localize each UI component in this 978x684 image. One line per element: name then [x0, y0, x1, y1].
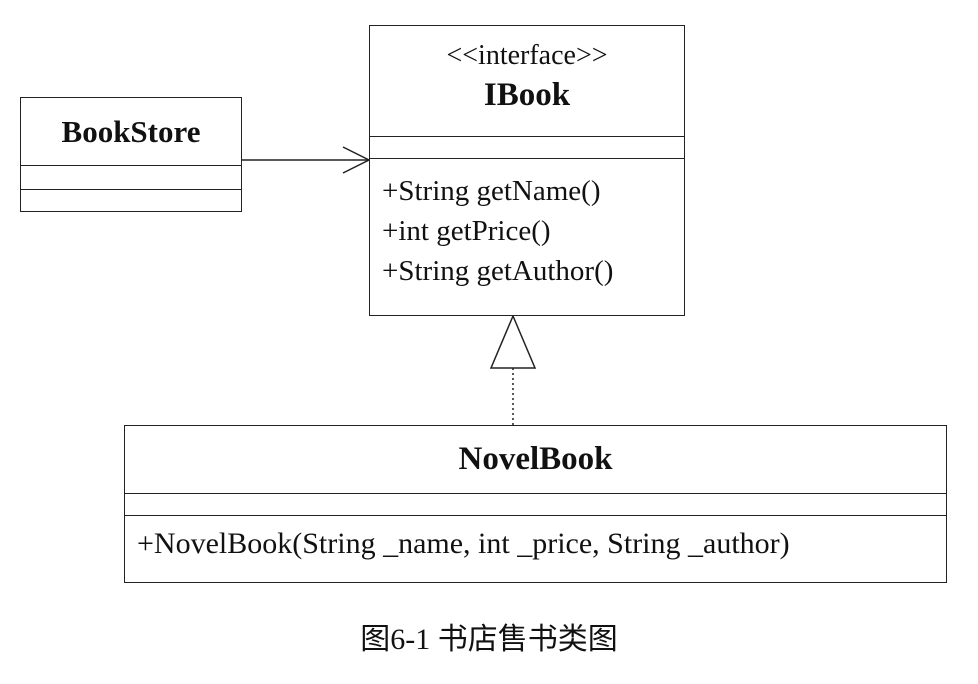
operations-section: +String getName() +int getPrice() +Strin…: [370, 158, 684, 291]
operation: +NovelBook(String _name, int _price, Str…: [137, 527, 790, 560]
operation: +int getPrice(): [382, 215, 551, 247]
attributes-section: [21, 165, 241, 189]
operation: +String getAuthor(): [382, 255, 614, 287]
operations-section: +NovelBook(String _name, int _price, Str…: [125, 515, 946, 564]
header-section: <<interface>> IBook: [370, 26, 684, 136]
operations-section: [21, 189, 241, 211]
stereotype-label: <<interface>>: [446, 40, 608, 71]
attributes-section: [125, 493, 946, 515]
class-ibook: <<interface>> IBook +String getName() +i…: [369, 25, 685, 316]
figure-caption: 图6-1 书店售书类图: [360, 623, 618, 656]
class-name: NovelBook: [458, 441, 613, 477]
class-name: IBook: [483, 77, 571, 113]
attributes-section: [370, 136, 684, 158]
operation: +String getName(): [382, 175, 601, 207]
class-name: BookStore: [61, 114, 201, 149]
class-novelbook: NovelBook +NovelBook(String _name, int _…: [124, 425, 947, 583]
class-bookstore: BookStore: [20, 97, 242, 212]
realization-arrowhead: [489, 314, 537, 369]
